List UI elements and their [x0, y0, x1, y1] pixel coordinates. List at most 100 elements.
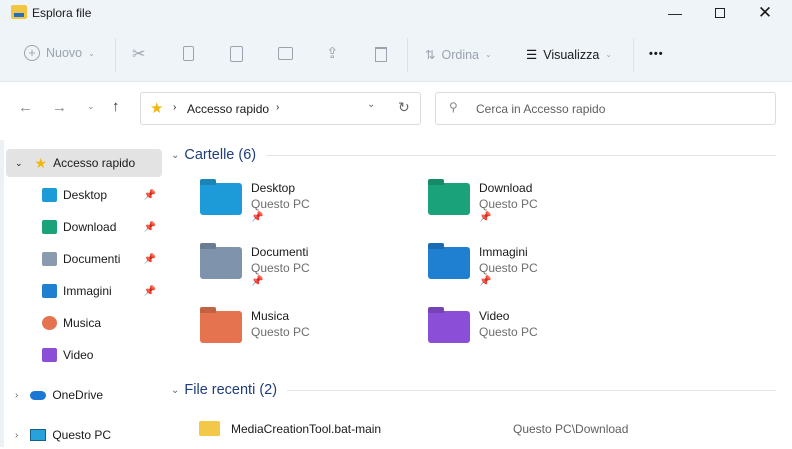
more-options-button[interactable]: •••: [649, 48, 664, 60]
share-icon[interactable]: ⇪: [326, 44, 339, 62]
section-title: File recenti (2): [184, 382, 278, 398]
pin-icon[interactable]: 📌: [144, 190, 156, 201]
sidebar-item-label: Desktop: [63, 188, 108, 202]
pictures-folder-icon: [428, 247, 470, 279]
folder-location: Questo PC: [479, 325, 538, 339]
window-title: Esplora file: [32, 6, 92, 20]
sidebar-item-documenti[interactable]: Documenti 📌: [6, 245, 162, 273]
pictures-icon: [42, 284, 57, 298]
star-icon: ★: [34, 154, 48, 171]
breadcrumb-separator[interactable]: ›: [276, 102, 279, 113]
search-icon: ⚲: [449, 100, 458, 114]
pin-icon[interactable]: 📌: [144, 286, 156, 297]
computer-icon: [30, 429, 47, 441]
plus-circle-icon: +: [24, 45, 40, 61]
chevron-right-icon: ›: [15, 429, 19, 441]
sidebar-item-quick-access[interactable]: ⌄ ★ Accesso rapido: [6, 149, 162, 177]
sidebar-item-this-pc[interactable]: › Questo PC: [6, 421, 162, 449]
chevron-down-icon: ⌄: [15, 157, 23, 168]
breadcrumb-quick-access[interactable]: Accesso rapido: [187, 102, 269, 116]
new-button[interactable]: + Nuovo ⌄: [24, 45, 95, 61]
sidebar-item-label: Immagini: [63, 284, 112, 298]
sidebar-item-musica[interactable]: Musica: [6, 309, 162, 337]
address-history-chevron[interactable]: ⌄: [367, 99, 375, 110]
folder-tile-music[interactable]: Musica Questo PC: [200, 309, 420, 365]
sidebar-item-label: OneDrive: [52, 388, 104, 402]
chevron-down-icon: ⌄: [605, 50, 612, 59]
up-button[interactable]: ↑: [112, 98, 120, 115]
breadcrumb-separator: ›: [173, 102, 177, 113]
recent-locations-button[interactable]: ⌄: [87, 101, 95, 112]
folder-location: Questo PC: [479, 197, 538, 211]
pin-icon: 📌: [251, 212, 264, 223]
minimize-button[interactable]: —: [660, 2, 690, 24]
sidebar-item-immagini[interactable]: Immagini 📌: [6, 277, 162, 305]
sidebar-item-label: Video: [63, 348, 94, 362]
section-folders-header[interactable]: ⌄ Cartelle (6): [171, 147, 776, 163]
back-button[interactable]: ←: [18, 99, 33, 116]
copy-icon[interactable]: [183, 46, 194, 61]
folder-tile-pictures[interactable]: Immagini Questo PC 📌: [428, 245, 648, 301]
sidebar-item-download[interactable]: Download 📌: [6, 213, 162, 241]
music-folder-icon: [200, 311, 242, 343]
new-label: Nuovo: [46, 46, 83, 60]
file-explorer-icon: [11, 5, 27, 19]
download-folder-icon: [428, 183, 470, 215]
sidebar-item-video[interactable]: Video: [6, 341, 162, 369]
pin-icon: 📌: [479, 212, 492, 223]
recent-file-name: MediaCreationTool.bat-main: [231, 422, 382, 436]
folder-tile-documents[interactable]: Documenti Questo PC 📌: [200, 245, 420, 301]
document-icon: [42, 252, 57, 266]
sidebar-item-label: Accesso rapido: [53, 156, 136, 170]
close-button[interactable]: ✕: [750, 2, 780, 24]
download-icon: [42, 220, 57, 234]
zip-folder-icon: [199, 421, 220, 436]
rename-icon[interactable]: [278, 47, 293, 60]
view-label: Visualizza: [543, 47, 600, 62]
sidebar-item-label: Documenti: [63, 252, 121, 266]
forward-button[interactable]: →: [52, 99, 67, 116]
cut-icon[interactable]: ✂: [132, 44, 145, 64]
paste-icon[interactable]: [230, 46, 243, 62]
folder-name: Immagini: [479, 245, 528, 259]
folder-tile-download[interactable]: Download Questo PC 📌: [428, 181, 648, 237]
folder-tile-video[interactable]: Video Questo PC: [428, 309, 648, 365]
search-input[interactable]: Cerca in Accesso rapido: [476, 102, 605, 116]
folder-name: Video: [479, 309, 510, 323]
video-folder-icon: [428, 311, 470, 343]
section-recent-header[interactable]: ⌄ File recenti (2): [171, 382, 776, 398]
chevron-down-icon: ⌄: [171, 149, 180, 161]
folder-tile-desktop[interactable]: Desktop Questo PC 📌: [200, 181, 420, 237]
sidebar-item-desktop[interactable]: Desktop 📌: [6, 181, 162, 209]
sidebar-edge: [0, 140, 4, 447]
toolbar-divider: [115, 38, 116, 72]
recent-file-row[interactable]: MediaCreationTool.bat-main Questo PC\Dow…: [165, 416, 776, 442]
cloud-icon: [30, 390, 47, 400]
view-button[interactable]: ☰ Visualizza ⌄: [526, 47, 612, 63]
desktop-icon: [42, 188, 57, 202]
toolbar-divider: [633, 38, 634, 72]
search-box[interactable]: ⚲ Cerca in Accesso rapido: [435, 92, 776, 125]
pin-icon: 📌: [251, 276, 264, 287]
sort-button[interactable]: ⇅ Ordina ⌄: [425, 47, 492, 63]
folder-location: Questo PC: [479, 261, 538, 275]
pin-icon: 📌: [479, 276, 492, 287]
sidebar-item-label: Musica: [63, 316, 102, 330]
folder-location: Questo PC: [251, 197, 310, 211]
sort-label: Ordina: [441, 47, 480, 62]
pin-icon[interactable]: 📌: [144, 254, 156, 265]
address-bar[interactable]: ★ › Accesso rapido › ⌄ ↻: [140, 92, 421, 125]
desktop-folder-icon: [200, 183, 242, 215]
pin-icon[interactable]: 📌: [144, 222, 156, 233]
delete-icon[interactable]: [375, 47, 387, 62]
folder-name: Documenti: [251, 245, 309, 259]
folder-name: Desktop: [251, 181, 296, 195]
star-icon: ★: [150, 100, 164, 117]
sort-icon: ⇅: [425, 48, 436, 62]
video-icon: [42, 348, 57, 362]
refresh-button[interactable]: ↻: [398, 99, 410, 116]
toolbar-divider: [407, 38, 408, 72]
maximize-button[interactable]: [705, 2, 735, 24]
folder-location: Questo PC: [251, 261, 310, 275]
sidebar-item-onedrive[interactable]: › OneDrive: [6, 381, 162, 409]
